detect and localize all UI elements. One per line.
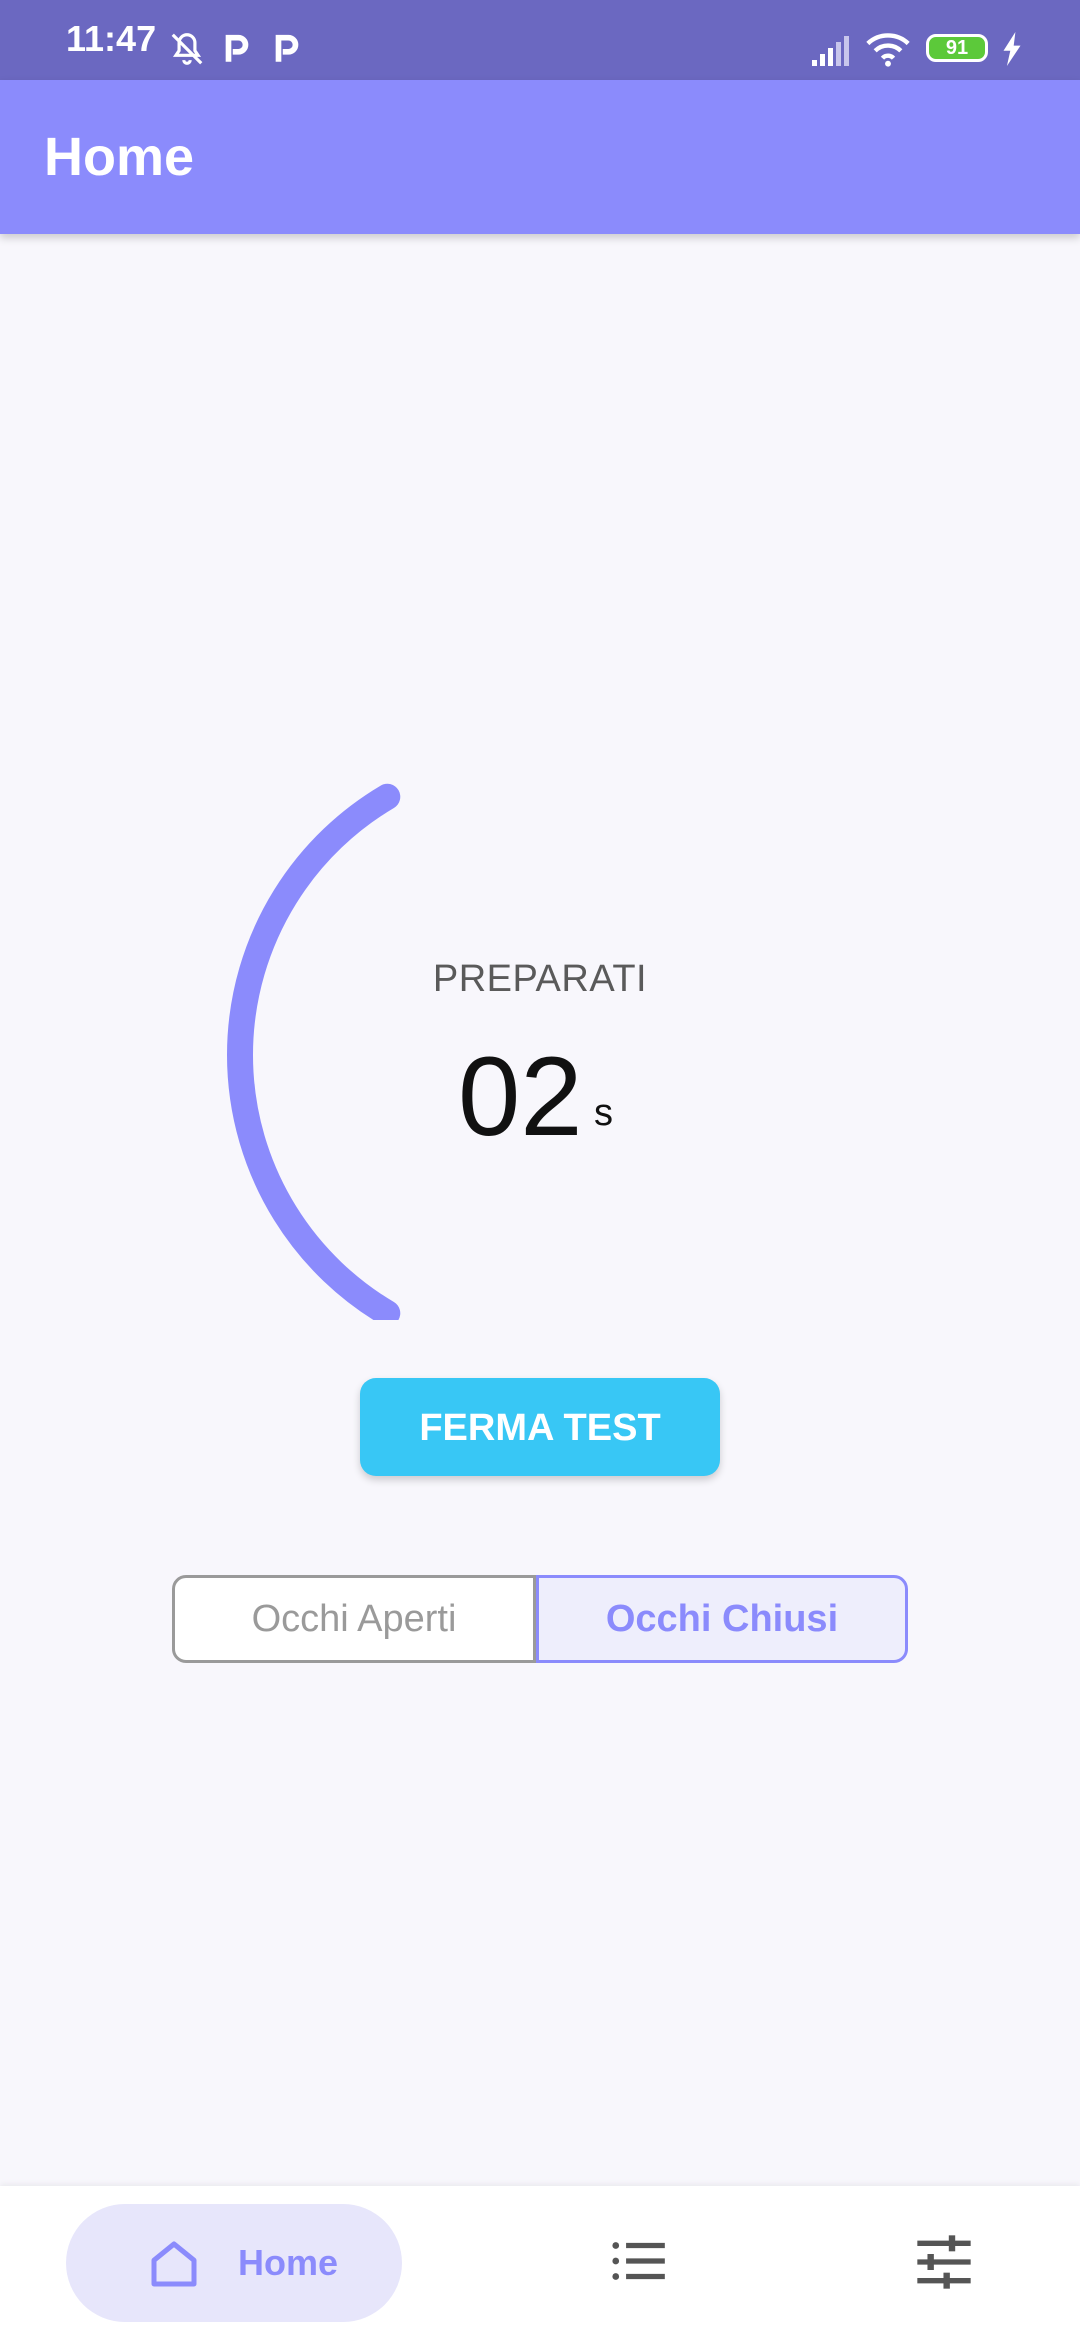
timer-progress-arc (227, 783, 401, 1320)
home-icon (151, 2241, 197, 2287)
nav-item-home-label: Home (238, 2242, 339, 2283)
timer-value: 02 (458, 1034, 583, 1159)
status-time: 11:47 (66, 18, 157, 59)
timer-phase-label: PREPARATI (432, 958, 648, 1000)
list-icon[interactable] (608, 2230, 670, 2292)
status-bar: 11:47 91 (0, 0, 1080, 80)
wifi-icon (866, 33, 910, 67)
stop-test-button[interactable]: FERMA TEST (360, 1378, 720, 1476)
eyes-mode-toggle: Occhi Aperti Occhi Chiusi (172, 1575, 908, 1663)
app-bar: Home (0, 80, 1080, 234)
battery-icon: 91 (926, 34, 988, 62)
eyes-closed-option[interactable]: Occhi Chiusi (536, 1575, 908, 1663)
parking-icon (225, 34, 249, 62)
parking-icon (275, 34, 299, 62)
signal-icon (812, 36, 849, 66)
charging-icon (1003, 32, 1021, 66)
bell-off-icon (171, 33, 203, 65)
bottom-navigation: Home (0, 2186, 1080, 2340)
nav-item-home[interactable]: Home (66, 2204, 402, 2322)
timer-unit: s (594, 1092, 613, 1134)
sliders-icon[interactable] (912, 2230, 976, 2294)
page-title: Home (44, 127, 195, 187)
timer-progress-ring (227, 783, 401, 1320)
eyes-open-option[interactable]: Occhi Aperti (172, 1575, 536, 1663)
